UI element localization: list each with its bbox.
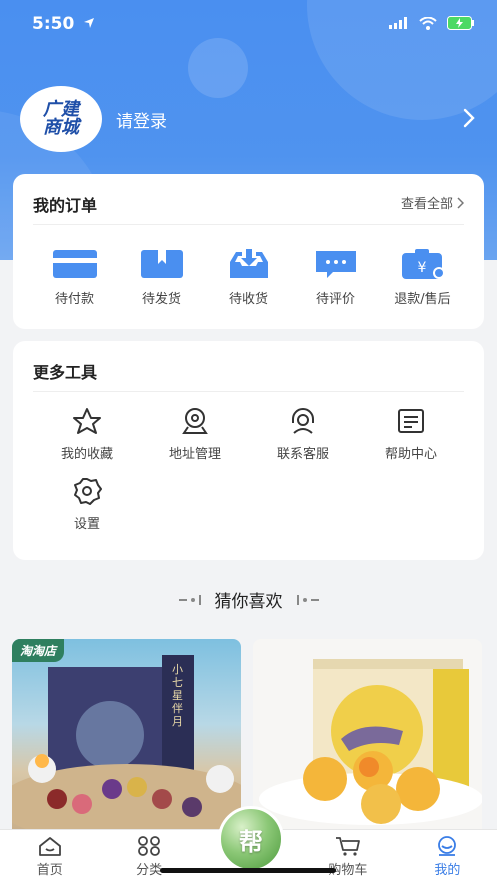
tool-grid: 我的收藏 地址管理 联系客服 帮助中心 设置	[33, 407, 465, 547]
recommend-title: 猜你喜欢	[214, 592, 283, 612]
order-pending-receipt[interactable]: 待收货	[205, 248, 292, 307]
svg-text:¥: ¥	[417, 260, 426, 276]
profile-icon	[438, 836, 457, 856]
orders-title: 我的订单	[33, 196, 98, 215]
tab-label: 我的	[434, 863, 461, 878]
help-document-icon	[398, 409, 424, 433]
login-label[interactable]: 请登录	[116, 107, 167, 132]
category-icon	[138, 836, 161, 856]
tab-mine[interactable]: 我的	[398, 830, 497, 883]
order-label: 待评价	[315, 292, 355, 307]
help-center-button[interactable]: 帮	[218, 806, 284, 872]
home-icon	[38, 837, 61, 856]
order-label: 待发货	[141, 292, 181, 307]
status-time-text: 5:50	[32, 14, 75, 34]
product-box-title: 小七星伴月	[172, 663, 183, 728]
status-icons	[389, 16, 475, 30]
logo-text: 商城	[43, 117, 79, 138]
order-pending-payment[interactable]: 待付款	[31, 248, 118, 307]
tab-cart[interactable]: 购物车	[298, 830, 397, 883]
product-card[interactable]	[253, 639, 482, 829]
tool-label: 设置	[73, 517, 100, 532]
status-time: 5:50	[32, 14, 95, 34]
cart-icon	[335, 837, 360, 856]
home-indicator	[160, 868, 336, 873]
wallet-icon	[52, 250, 97, 278]
status-bar: 5:50	[0, 0, 497, 48]
tool-label: 联系客服	[276, 447, 329, 462]
help-button-label: 帮	[239, 827, 263, 856]
tab-category[interactable]: 分类	[99, 830, 198, 883]
view-all-orders-link[interactable]: 查看全部	[401, 193, 464, 212]
star-icon	[73, 408, 101, 434]
tab-home[interactable]: 首页	[0, 830, 99, 883]
tool-label: 地址管理	[168, 447, 221, 462]
avatar[interactable]: 广建 商城	[20, 86, 102, 152]
order-refund-aftersale[interactable]: ¥ 退款/售后	[379, 248, 466, 307]
wifi-icon	[419, 16, 437, 30]
chevron-right-icon[interactable]	[463, 108, 475, 128]
divider	[33, 391, 464, 392]
location-icon	[182, 408, 208, 434]
product-image	[259, 659, 482, 825]
orders-card: 我的订单 查看全部 待付款 待发货 待收货 待评价 ¥ 退款/售后	[13, 174, 484, 329]
recommend-header: 猜你喜欢	[0, 587, 497, 612]
tool-customer-service[interactable]: 联系客服	[249, 407, 357, 477]
product-card[interactable]: 淘淘店 小七星伴月	[12, 639, 241, 829]
chevron-right-icon	[457, 196, 464, 209]
chat-bubble-icon	[315, 251, 356, 278]
order-pending-review[interactable]: 待评价	[292, 248, 379, 307]
battery-icon	[447, 16, 474, 30]
headset-icon	[292, 408, 314, 434]
tool-favorites[interactable]: 我的收藏	[33, 407, 141, 477]
location-arrow-icon	[84, 18, 95, 28]
product-image	[12, 655, 241, 829]
divider	[33, 224, 464, 225]
package-icon	[140, 250, 183, 278]
decor-dots	[296, 594, 319, 605]
tab-label: 首页	[36, 863, 63, 878]
tab-label: 分类	[136, 863, 163, 878]
tool-settings[interactable]: 设置	[33, 477, 141, 547]
order-pending-shipment[interactable]: 待发货	[118, 248, 205, 307]
order-label: 待付款	[54, 292, 94, 307]
signal-icon	[389, 17, 407, 29]
inbox-download-icon	[229, 249, 268, 278]
tools-title: 更多工具	[33, 363, 98, 382]
tool-label: 我的收藏	[60, 447, 113, 462]
order-label: 待收货	[228, 292, 268, 307]
tool-label: 帮助中心	[384, 447, 437, 462]
tool-help-center[interactable]: 帮助中心	[357, 407, 465, 477]
view-all-label: 查看全部	[400, 197, 453, 212]
settings-gear-icon	[74, 478, 102, 505]
profile-login-area[interactable]: 广建 商城 请登录	[20, 86, 167, 152]
order-status-row: 待付款 待发货 待收货 待评价 ¥ 退款/售后	[13, 248, 484, 307]
tool-address[interactable]: 地址管理	[141, 407, 249, 477]
order-label: 退款/售后	[394, 292, 451, 307]
decor-dots	[178, 594, 201, 605]
refund-icon: ¥	[401, 249, 445, 279]
tools-card: 更多工具 我的收藏 地址管理 联系客服 帮助中心 设置	[13, 341, 484, 560]
